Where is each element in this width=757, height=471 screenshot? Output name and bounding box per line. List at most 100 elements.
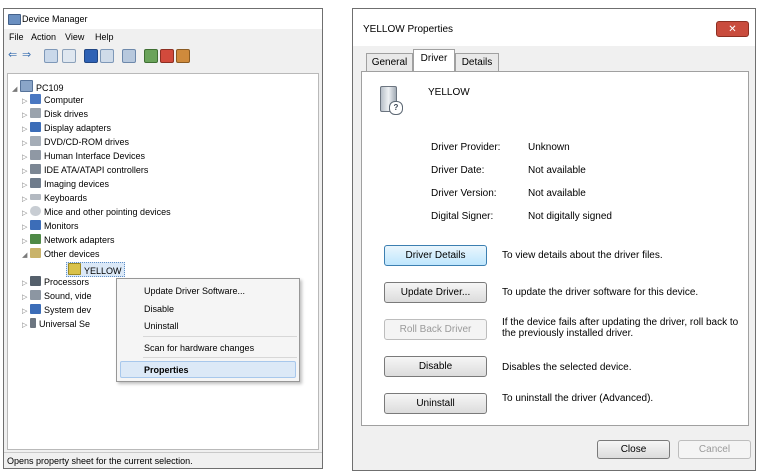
tree-item-mice[interactable]: ▷ Mice and other pointing devices [22,206,171,219]
tree-item-dvd-drives[interactable]: ▷ DVD/CD-ROM drives [22,136,129,149]
menu-properties[interactable]: Properties [144,365,189,375]
disable-device-icon[interactable] [176,49,190,63]
tree-item-disk-drives[interactable]: ▷ Disk drives [22,108,88,121]
tree-item-label: Monitors [44,221,79,231]
tree-item-label: System dev [44,305,92,315]
properties-dialog: YELLOW Properties ✕ General Driver Detai… [352,8,756,471]
close-icon[interactable]: ✕ [716,21,749,37]
tree-item-network-adapters[interactable]: ▷ Network adapters [22,234,115,247]
properties-sheet-icon[interactable] [62,49,76,63]
unknown-device-warning-icon [68,263,81,275]
driver-details-description: To view details about the driver files. [502,250,663,261]
tree-item-ide-controllers[interactable]: ▷ IDE ATA/ATAPI controllers [22,164,148,177]
tree-item-processors[interactable]: ▷ Processors [22,276,89,289]
menu-help[interactable]: Help [95,32,114,42]
window-title: Device Manager [22,14,88,24]
device-name: YELLOW [428,87,470,98]
tab-details[interactable]: Details [455,53,499,71]
tree-item-monitors[interactable]: ▷ Monitors [22,220,79,233]
collapsed-arrow-icon[interactable]: ▷ [22,137,30,150]
collapsed-arrow-icon[interactable]: ▷ [22,179,30,192]
menu-file[interactable]: File [9,32,24,42]
menu-separator [143,336,297,337]
collapsed-arrow-icon[interactable]: ▷ [22,291,30,304]
toolbar: ⇐ ⇒ [4,46,322,66]
update-driver-button[interactable]: Update Driver... [384,282,487,303]
help-icon[interactable] [84,49,98,63]
disable-button[interactable]: Disable [384,356,487,377]
driver-details-button[interactable]: Driver Details [384,245,487,266]
collapsed-arrow-icon[interactable]: ▷ [22,165,30,178]
menu-bar: File Action View Help [4,30,322,44]
driver-version-value: Not available [528,188,586,199]
tree-item-other-devices[interactable]: ◢ Other devices [22,248,100,261]
tree-item-label: Imaging devices [44,179,110,189]
collapsed-arrow-icon[interactable]: ▷ [22,207,30,220]
menu-action[interactable]: Action [31,32,56,42]
expanded-arrow-icon[interactable]: ◢ [22,249,30,262]
close-button[interactable]: Close [597,440,670,459]
tree-item-display-adapters[interactable]: ▷ Display adapters [22,122,111,135]
menu-scan-hardware[interactable]: Scan for hardware changes [144,343,254,353]
cancel-button[interactable]: Cancel [678,440,751,459]
disk-drive-icon [30,108,41,118]
driver-date-label: Driver Date: [431,165,485,176]
tree-item-hid[interactable]: ▷ Human Interface Devices [22,150,145,163]
menu-view[interactable]: View [65,32,84,42]
tree-item-label: Universal Se [39,319,91,329]
uninstall-button[interactable]: Uninstall [384,393,487,414]
menu-uninstall[interactable]: Uninstall [144,321,179,331]
tree-item-yellow-selected[interactable]: YELLOW [66,262,125,277]
collapsed-arrow-icon[interactable]: ▷ [22,221,30,234]
tree-item-label: Sound, vide [44,291,92,301]
collapsed-arrow-icon[interactable]: ▷ [22,123,30,136]
collapsed-arrow-icon[interactable]: ▷ [22,151,30,164]
display-adapter-icon [30,122,41,132]
digital-signer-value: Not digitally signed [528,211,612,222]
digital-signer-label: Digital Signer: [431,211,494,222]
tree-root-label: PC109 [36,83,64,93]
tab-general[interactable]: General [366,53,413,71]
show-hide-console-icon[interactable] [44,49,58,63]
update-driver-description: To update the driver software for this d… [502,287,699,298]
collapsed-arrow-icon[interactable]: ▷ [22,305,30,318]
view-icon[interactable] [100,49,114,63]
tree-item-imaging-devices[interactable]: ▷ Imaging devices [22,178,109,191]
collapsed-arrow-icon[interactable]: ▷ [22,277,30,290]
tree-item-label: YELLOW [84,266,122,276]
driver-provider-value: Unknown [528,142,570,153]
network-adapter-icon [30,234,41,244]
tab-driver[interactable]: Driver [413,49,455,72]
roll-back-driver-button[interactable]: Roll Back Driver [384,319,487,340]
collapsed-arrow-icon[interactable]: ▷ [22,95,30,108]
device-manager-window: Device Manager File Action View Help ⇐ ⇒… [3,8,323,469]
update-driver-icon[interactable] [144,49,158,63]
tree-root[interactable]: ◢ PC109 [12,80,64,93]
dialog-title: YELLOW Properties [363,24,454,35]
tree-item-sound[interactable]: ▷ Sound, vide [22,290,92,303]
tree-item-computer[interactable]: ▷ Computer [22,94,84,107]
expanded-arrow-icon[interactable]: ◢ [12,83,20,96]
menu-disable[interactable]: Disable [144,304,174,314]
uninstall-icon[interactable] [160,49,174,63]
computer-icon [20,80,33,92]
collapsed-arrow-icon[interactable]: ▷ [22,193,30,206]
collapsed-arrow-icon[interactable]: ▷ [22,109,30,122]
menu-update-driver[interactable]: Update Driver Software... [144,286,245,296]
tree-item-system-devices[interactable]: ▷ System dev [22,304,91,317]
driver-date-value: Not available [528,165,586,176]
forward-arrow-icon[interactable]: ⇒ [22,49,34,61]
collapsed-arrow-icon[interactable]: ▷ [22,319,30,332]
mouse-icon [30,206,41,216]
collapsed-arrow-icon[interactable]: ▷ [22,235,30,248]
back-arrow-icon[interactable]: ⇐ [8,49,20,61]
disable-description: Disables the selected device. [502,362,632,373]
dvd-drive-icon [30,136,41,146]
driver-tab-panel: ? YELLOW Driver Provider: Unknown Driver… [361,71,749,426]
other-devices-icon [30,248,41,258]
tree-item-usb[interactable]: ▷ Universal Se [22,318,90,331]
dialog-title-bar[interactable]: YELLOW Properties ✕ [353,9,755,46]
title-bar[interactable]: Device Manager [4,9,322,29]
tree-item-keyboards[interactable]: ▷ Keyboards [22,192,87,205]
scan-hardware-icon[interactable] [122,49,136,63]
